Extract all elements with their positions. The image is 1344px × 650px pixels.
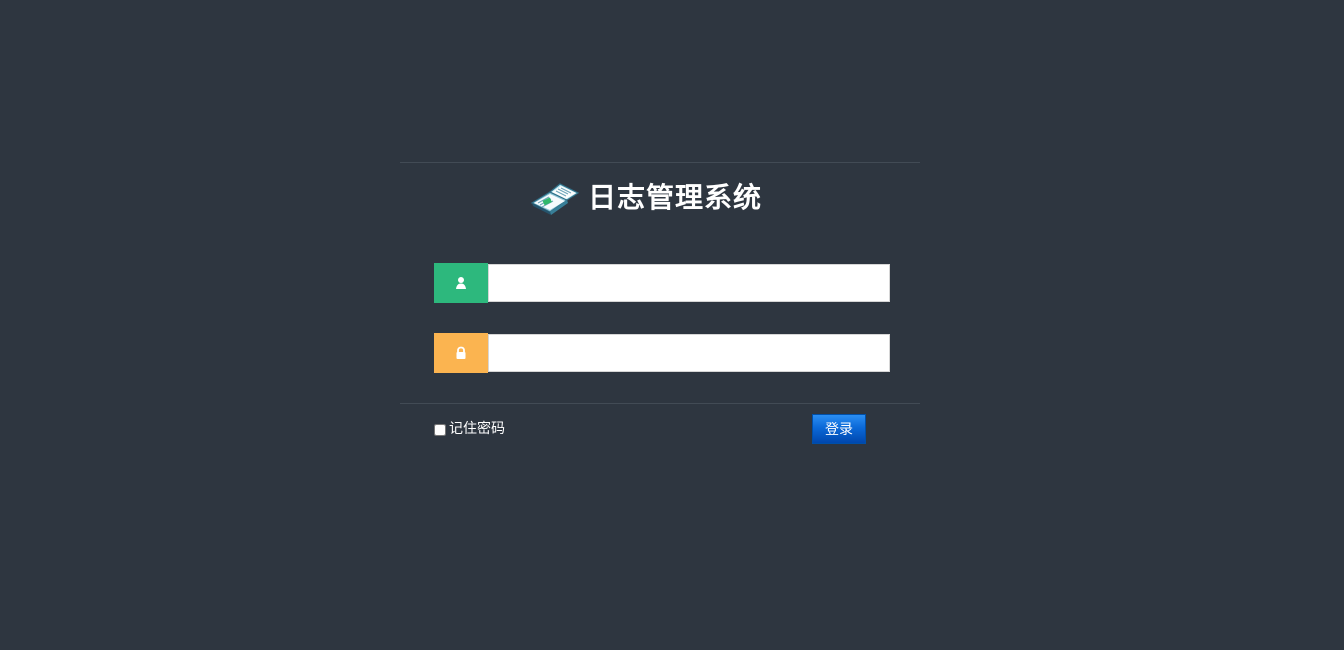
login-button[interactable]: 登录	[812, 414, 866, 444]
password-input[interactable]	[488, 334, 890, 372]
bottom-divider	[400, 403, 920, 404]
remember-password-option[interactable]: 记住密码	[434, 418, 505, 438]
lock-icon	[434, 333, 488, 373]
login-page: 日志管理系统 记住密码 登录	[0, 0, 1344, 650]
login-panel: 日志管理系统 记住密码 登录	[400, 162, 920, 462]
username-input[interactable]	[488, 264, 890, 302]
password-field-group	[434, 333, 892, 373]
app-title: 日志管理系统	[588, 181, 763, 214]
book-icon	[530, 181, 580, 215]
top-divider	[400, 162, 920, 163]
remember-password-label: 记住密码	[449, 420, 505, 436]
title-area: 日志管理系统	[530, 178, 762, 218]
checkbox-icon[interactable]	[434, 424, 446, 436]
user-icon	[434, 263, 488, 303]
username-field-group	[434, 263, 892, 303]
